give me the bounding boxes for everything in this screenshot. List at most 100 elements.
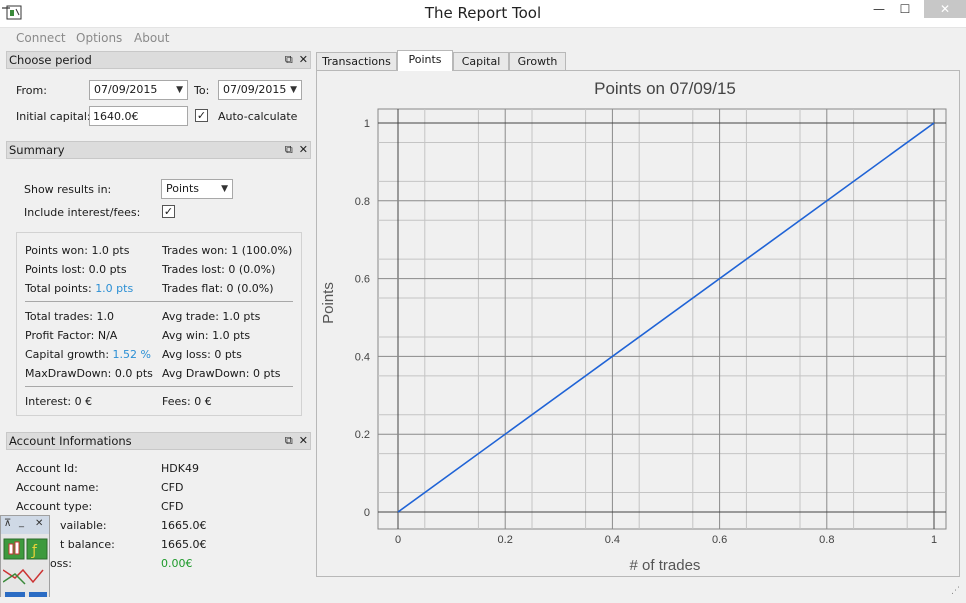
to-date-picker[interactable]: 07/09/2015 ▼ [218, 80, 302, 100]
y-tick-label: 1 [364, 118, 370, 130]
floating-toolbar-header[interactable]: ⊼ _ ✕ [1, 516, 49, 534]
close-dock-icon[interactable]: ✕ [299, 52, 308, 68]
status-bar [0, 597, 966, 603]
chart-y-axis-label: Points [320, 282, 337, 324]
y-tick-label: 0 [364, 507, 370, 519]
minimize-icon[interactable]: _ [19, 517, 24, 528]
account-type-value: CFD [161, 500, 184, 513]
choose-period-title: Choose period [9, 53, 92, 67]
tab-transactions[interactable]: Transactions [316, 52, 397, 71]
total-points-value: 1.0 pts [95, 282, 134, 295]
float-dock-icon[interactable]: ⧉ [285, 52, 293, 68]
float-dock-icon[interactable]: ⧉ [285, 142, 293, 158]
capital-growth-label: Capital growth: [25, 348, 110, 361]
divider [25, 386, 293, 387]
show-results-select[interactable]: Points ▼ [161, 179, 233, 199]
available-label: vailable: [60, 519, 107, 532]
y-tick-label: 0.4 [355, 351, 370, 363]
x-tick-label: 1 [931, 534, 937, 546]
points-won: Points won: 1.0 pts [25, 244, 130, 257]
include-fees-label: Include interest/fees: [24, 206, 141, 219]
profit-loss-value: 0.00€ [161, 557, 193, 570]
y-tick-label: 0.2 [355, 429, 370, 441]
chevron-down-icon: ▼ [176, 85, 183, 95]
account-name-value: CFD [161, 481, 184, 494]
chart-tools[interactable]: ƒ [3, 538, 49, 602]
auto-calculate-label: Auto-calculate [218, 110, 298, 123]
x-tick-label: 0.8 [819, 534, 834, 546]
capital-growth-value: 1.52 % [112, 348, 151, 361]
choose-period-header: Choose period ⧉ ✕ [6, 51, 311, 69]
total-trades: Total trades: 1.0 [25, 310, 114, 323]
close-icon[interactable]: ✕ [35, 518, 43, 529]
capital-growth: Capital growth: 1.52 % [25, 348, 151, 361]
total-points-label: Total points: [25, 282, 92, 295]
account-info-header: Account Informations ⧉ ✕ [6, 432, 311, 450]
chevron-down-icon: ▼ [290, 85, 297, 95]
trades-won: Trades won: 1 (100.0%) [162, 244, 293, 257]
points-chart: Points on 07/09/15 Points # of trades 0 0… [320, 79, 947, 574]
pin-icon[interactable]: ⊼ [4, 518, 11, 529]
tab-growth[interactable]: Growth [509, 52, 566, 71]
initial-capital-input[interactable] [89, 106, 188, 126]
close-dock-icon[interactable]: ✕ [299, 433, 308, 449]
menu-about[interactable]: About [134, 31, 169, 45]
tab-capital[interactable]: Capital [453, 52, 509, 71]
account-id-label: Account Id: [16, 462, 78, 475]
total-points: Total points: 1.0 pts [25, 282, 133, 295]
show-results-label: Show results in: [24, 183, 112, 196]
resize-grip-icon[interactable]: ⋰ [951, 586, 960, 596]
max-drawdown: MaxDrawDown: 0.0 pts [25, 367, 153, 380]
divider [25, 301, 293, 302]
maximize-button[interactable]: ☐ [890, 0, 920, 18]
account-id-value: HDK49 [161, 462, 199, 475]
y-tick-label: 0.6 [355, 274, 370, 286]
account-type-label: Account type: [16, 500, 93, 513]
summary-stats-box: Points won: 1.0 pts Trades won: 1 (100.0… [16, 232, 302, 416]
summary-title: Summary [9, 143, 65, 157]
to-label: To: [194, 84, 210, 97]
auto-calculate-checkbox[interactable]: ✓ [195, 109, 208, 122]
x-tick-label: 0.4 [605, 534, 620, 546]
x-tick-label: 0.2 [498, 534, 513, 546]
available-value: 1665.0€ [161, 519, 207, 532]
y-tick-label: 0.8 [355, 196, 370, 208]
account-name-label: Account name: [16, 481, 99, 494]
floating-toolbar[interactable]: ⊼ _ ✕ ƒ [0, 515, 50, 603]
balance-label: t balance: [60, 538, 115, 551]
include-fees-checkbox[interactable]: ✓ [162, 205, 175, 218]
chevron-down-icon: ▼ [221, 184, 228, 194]
points-tab-panel: Points on 07/09/15 Points # of trades 0 0… [316, 70, 960, 577]
close-button[interactable]: ✕ [924, 0, 966, 18]
avg-win: Avg win: 1.0 pts [162, 329, 251, 342]
balance-value: 1665.0€ [161, 538, 207, 551]
initial-capital-label: Initial capital: [16, 110, 91, 123]
show-results-value: Points [166, 182, 200, 195]
menu-bar: Connect Options About [0, 28, 966, 48]
x-tick-label: 0.6 [712, 534, 727, 546]
from-date-picker[interactable]: 07/09/2015 ▼ [89, 80, 188, 100]
avg-drawdown: Avg DrawDown: 0 pts [162, 367, 281, 380]
close-dock-icon[interactable]: ✕ [299, 142, 308, 158]
to-date-value: 07/09/2015 [223, 83, 287, 96]
float-dock-icon[interactable]: ⧉ [285, 433, 293, 449]
from-label: From: [16, 84, 47, 97]
summary-header: Summary ⧉ ✕ [6, 141, 311, 159]
profit-loss-label: oss: [50, 557, 72, 570]
avg-loss: Avg loss: 0 pts [162, 348, 242, 361]
account-info-title: Account Informations [9, 434, 132, 448]
tab-points[interactable]: Points [397, 50, 453, 71]
trades-flat: Trades flat: 0 (0.0%) [162, 282, 274, 295]
menu-options[interactable]: Options [76, 31, 122, 45]
chart-title: Points on 07/09/15 [594, 79, 736, 98]
window-title: The Report Tool [424, 4, 542, 22]
fees: Fees: 0 € [162, 395, 212, 408]
menu-connect[interactable]: Connect [16, 31, 66, 45]
plot-frame [377, 108, 947, 530]
avg-trade: Avg trade: 1.0 pts [162, 310, 261, 323]
interest: Interest: 0 € [25, 395, 93, 408]
x-tick-label: 0 [395, 534, 401, 546]
points-lost: Points lost: 0.0 pts [25, 263, 127, 276]
title-bar: The Report Tool — ☐ ✕ [0, 0, 966, 28]
profit-factor: Profit Factor: N/A [25, 329, 118, 342]
